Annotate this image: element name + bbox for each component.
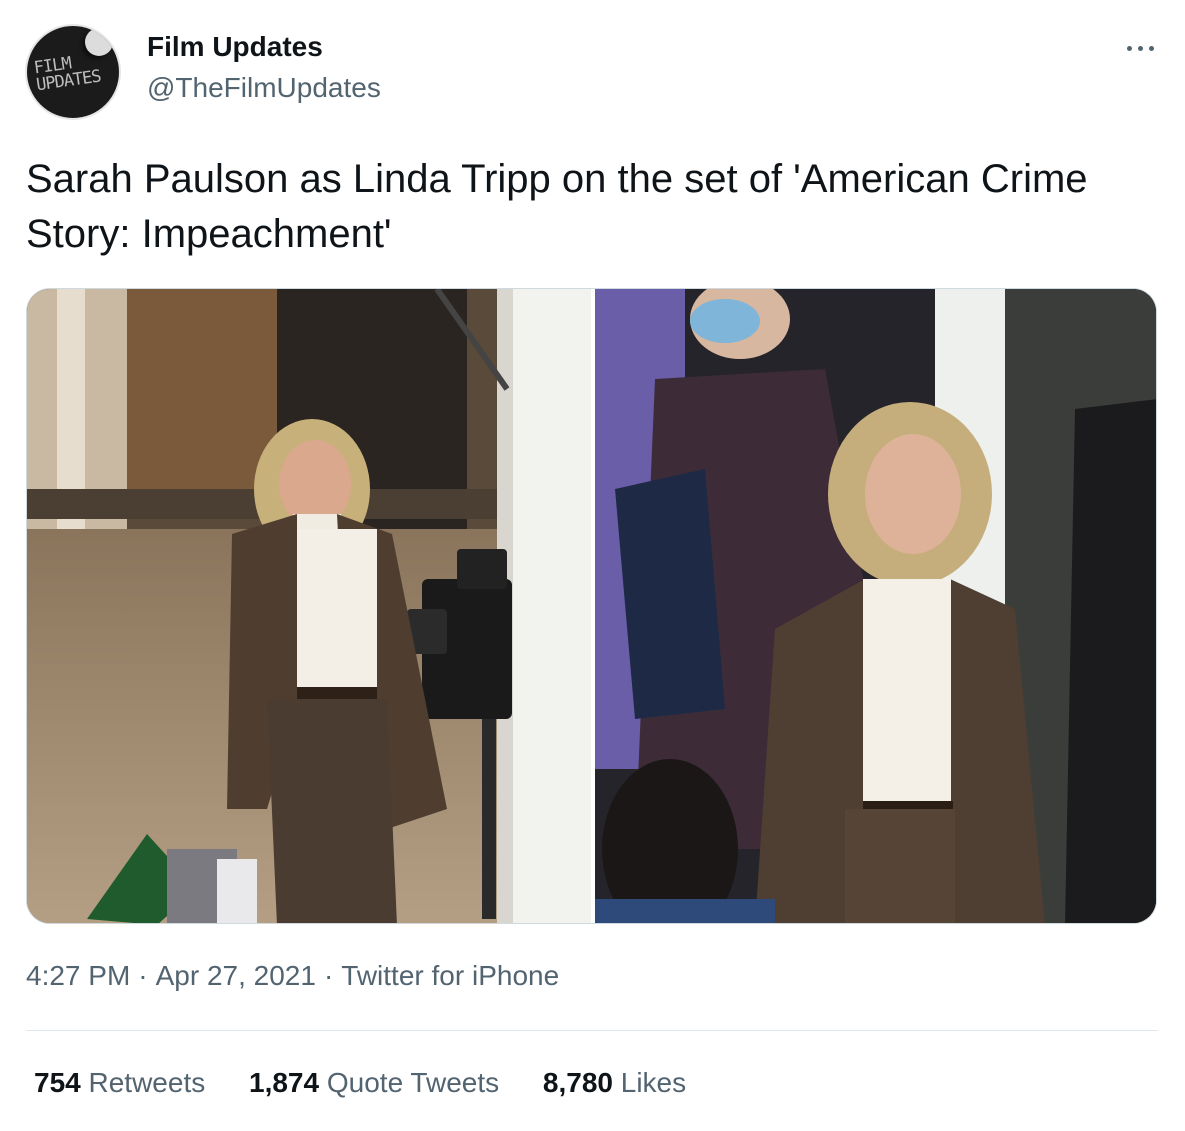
more-options-icon[interactable] [1120, 28, 1160, 68]
tweet-source[interactable]: Twitter for iPhone [341, 960, 559, 991]
likes-stat[interactable]: 8,780 Likes [543, 1067, 686, 1099]
tweet-date[interactable]: Apr 27, 2021 [156, 960, 316, 991]
author-handle[interactable]: @TheFilmUpdates [147, 72, 381, 104]
retweets-label: Retweets [88, 1067, 206, 1098]
quote-tweets-stat[interactable]: 1,874 Quote Tweets [249, 1067, 499, 1099]
tweet-card: FILM UPDATES Film Updates @TheFilmUpdate… [0, 0, 1185, 1131]
retweets-count: 754 [34, 1067, 81, 1098]
tweet-time[interactable]: 4:27 PM [26, 960, 130, 991]
tweet-media [26, 288, 1157, 924]
tweet-text: Sarah Paulson as Linda Tripp on the set … [26, 157, 1088, 256]
avatar-logo-text: FILM UPDATES [32, 53, 102, 96]
divider [26, 1030, 1158, 1031]
quote-tweets-count: 1,874 [249, 1067, 320, 1098]
tweet-stats: 754 Retweets 1,874 Quote Tweets 8,780 Li… [34, 1067, 722, 1099]
author-avatar[interactable]: FILM UPDATES [25, 24, 121, 120]
likes-count: 8,780 [542, 1067, 613, 1098]
meta-separator: · [323, 960, 334, 991]
tweet-metadata: 4:27 PM · Apr 27, 2021 · Twitter for iPhone [26, 960, 559, 992]
media-photo-2[interactable] [595, 289, 1156, 923]
meta-separator: · [138, 960, 148, 991]
media-photo-1[interactable] [27, 289, 591, 923]
photo-1-illustration [27, 289, 591, 923]
likes-label: Likes [620, 1067, 687, 1098]
quote-tweets-label: Quote Tweets [326, 1067, 500, 1098]
photo-2-illustration [595, 289, 1156, 923]
retweets-stat[interactable]: 754 Retweets [34, 1067, 205, 1099]
author-display-name[interactable]: Film Updates [147, 31, 323, 63]
